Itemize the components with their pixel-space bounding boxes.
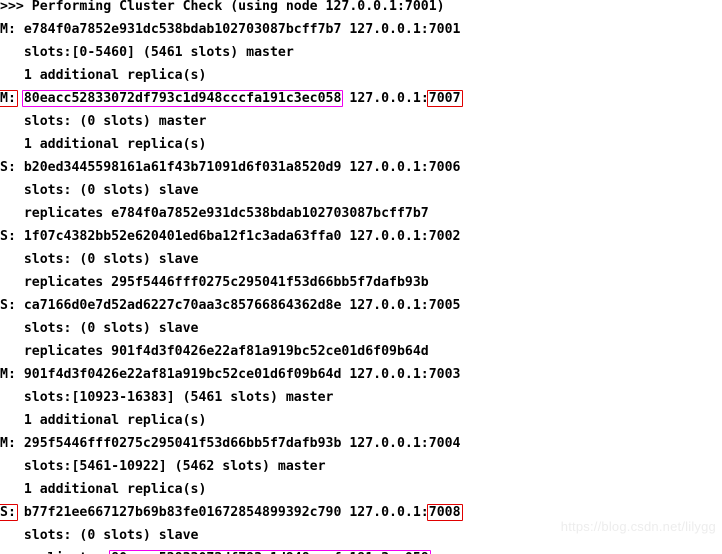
terminal-line: slots: (0 slots) master (0, 114, 207, 129)
terminal-line: 1 additional replica(s) (0, 482, 207, 497)
terminal-line: slots:[5461-10922] (5462 slots) master (0, 459, 326, 474)
highlight-box-red: 7007 (426, 90, 463, 107)
terminal-output[interactable]: >>> Performing Cluster Check (using node… (0, 0, 722, 554)
highlight-box-magenta: 80eacc52833072df793c1d948cccfa191c3ec058 (109, 550, 431, 554)
terminal-line: replicates e784f0a7852e931dc538bdab10270… (0, 206, 429, 221)
terminal-line: slots:[0-5460] (5461 slots) master (0, 45, 294, 60)
terminal-line: S: ca7166d0e7d52ad6227c70aa3c85766864362… (0, 298, 461, 313)
highlight-box-red: 7008 (426, 504, 463, 521)
terminal-line: slots:[10923-16383] (5461 slots) master (0, 390, 334, 405)
terminal-line: M: 80eacc52833072df793c1d948cccfa191c3ec… (0, 87, 722, 110)
terminal-line: M: e784f0a7852e931dc538bdab102703087bcff… (0, 22, 461, 37)
terminal-line: M: 901f4d3f0426e22af81a919bc52ce01d6f09b… (0, 367, 461, 382)
terminal-line: slots: (0 slots) slave (0, 321, 199, 336)
terminal-line: >>> Performing Cluster Check (using node… (0, 0, 445, 14)
terminal-line: S: 1f07c4382bb52e620401ed6ba12f1c3ada63f… (0, 229, 461, 244)
terminal-line: M: 295f5446fff0275c295041f53d66bb5f7dafb… (0, 436, 461, 451)
terminal-line: replicates 80eacc52833072df793c1d948cccf… (0, 547, 722, 554)
terminal-line: 1 additional replica(s) (0, 413, 207, 428)
terminal-line: slots: (0 slots) slave (0, 252, 199, 267)
terminal-line: 1 additional replica(s) (0, 68, 207, 83)
terminal-text: b77f21ee667127b69b83fe01672854899392c790… (15, 505, 429, 520)
terminal-line: slots: (0 slots) slave (0, 183, 199, 198)
terminal-line: S: b20ed3445598161a61f43b71091d6f031a852… (0, 160, 461, 175)
terminal-line: replicates 901f4d3f0426e22af81a919bc52ce… (0, 344, 429, 359)
terminal-line: 1 additional replica(s) (0, 137, 207, 152)
watermark-text: https://blog.csdn.net/lilygg (560, 519, 716, 534)
highlight-box-magenta: 80eacc52833072df793c1d948cccfa191c3ec058 (21, 90, 344, 107)
terminal-window: >>> Performing Cluster Check (using node… (0, 0, 722, 554)
terminal-text: 127.0.0.1: (341, 91, 429, 106)
terminal-line: replicates 295f5446fff0275c295041f53d66b… (0, 275, 429, 290)
